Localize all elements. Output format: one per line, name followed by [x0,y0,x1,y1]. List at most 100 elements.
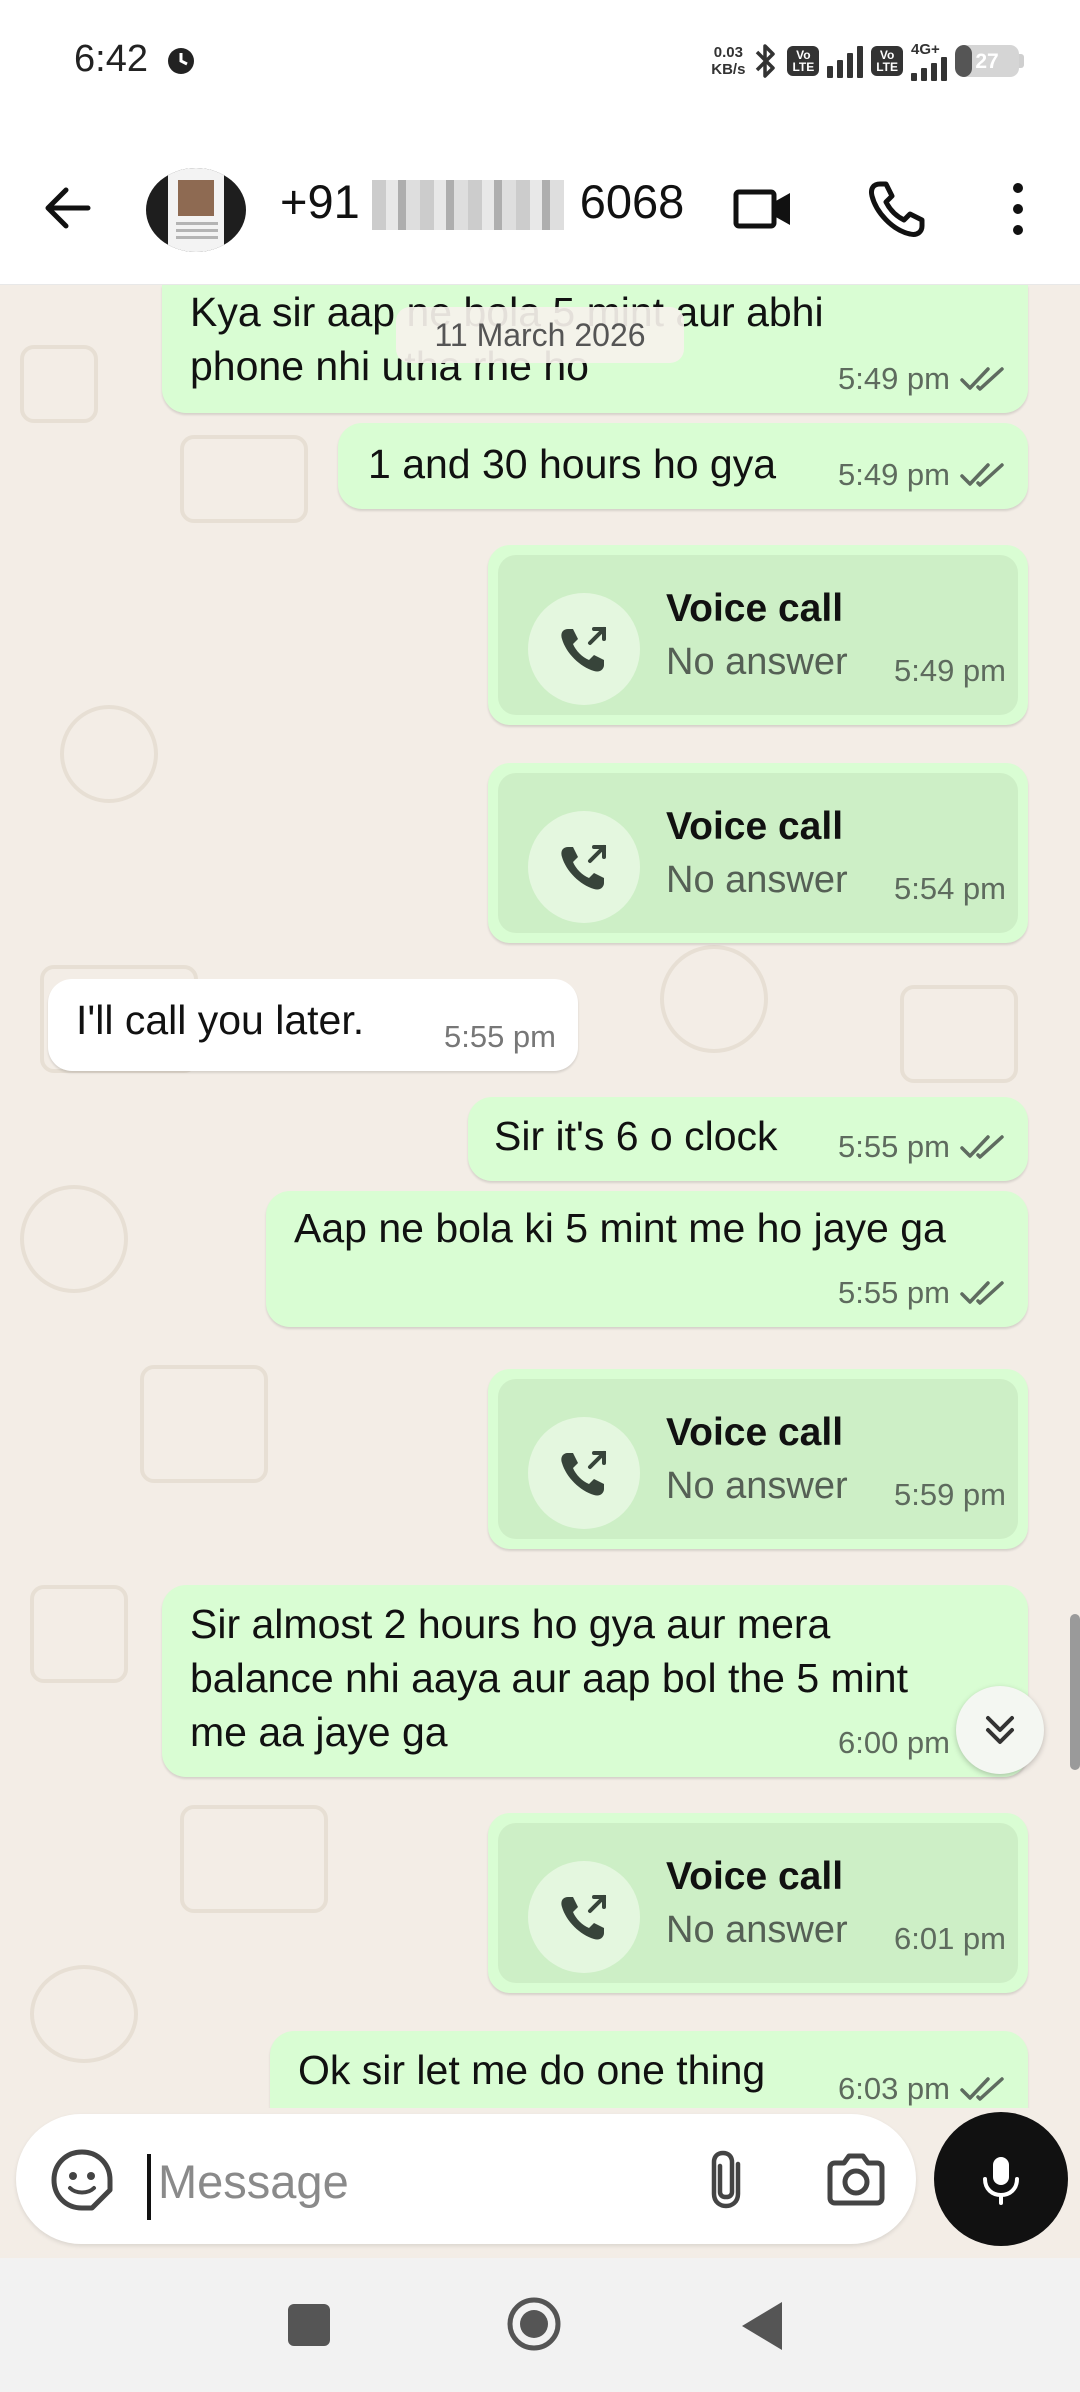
call-message[interactable]: Voice call No answer 6:01 pm [488,1813,1028,1993]
more-vertical-icon[interactable] [1000,176,1036,242]
call-title: Voice call [666,1411,844,1454]
call-title: Voice call [666,1855,844,1898]
status-icons: 0.03 KB/s Vo LTE Vo LTE 4G+ 27 [711,36,1024,86]
recent-apps-button[interactable] [288,2304,330,2346]
outgoing-message[interactable]: Sir almost 2 hours ho gya aur mera balan… [162,1585,1028,1777]
read-ticks-icon [960,1135,1004,1159]
net-speed: 0.03 KB/s [711,44,745,78]
status-time: 6:42 [74,38,148,80]
battery-icon: 27 [955,45,1019,77]
message-text: I'll call you later. [76,997,365,1043]
message-time: 5:54 pm [893,871,1006,906]
wallpaper-doodle [20,1185,128,1293]
message-meta: 6:03 pm [838,2071,1006,2107]
message-text: 1 and 30 hours ho gya [368,441,777,487]
outgoing-message[interactable]: Ok sir let me do one thing 6:03 pm [270,2031,1028,2108]
paperclip-icon[interactable] [692,2144,764,2216]
avatar[interactable] [146,168,246,252]
message-text: Ok sir let me do one thing [298,2047,766,2093]
wallpaper-doodle [20,345,98,423]
message-line: me aa jaye ga [190,1709,448,1755]
outgoing-call-icon [528,1861,640,1973]
message-time: 5:49 pm [893,653,1006,688]
message-input-pill[interactable] [16,2114,916,2244]
outgoing-message[interactable]: Aap ne bola ki 5 mint me ho jaye ga 5:55… [266,1191,1028,1327]
redacted-number [372,180,564,230]
call-message[interactable]: Voice call No answer 5:54 pm [488,763,1028,943]
call-status: No answer [666,859,848,901]
message-input[interactable] [156,2144,680,2218]
message-time: 6:01 pm [893,1921,1006,1956]
read-ticks-icon [960,463,1004,487]
message-time: 6:00 pm [837,1725,950,1760]
outgoing-call-icon [528,811,640,923]
message-text: Sir it's 6 o clock [494,1113,778,1159]
voice-record-button[interactable] [934,2112,1068,2246]
wallpaper-doodle [660,945,768,1053]
home-button[interactable] [506,2296,562,2352]
scroll-to-bottom-button[interactable] [956,1686,1044,1774]
call-message[interactable]: Voice call No answer 5:59 pm [488,1369,1028,1549]
outgoing-call-icon [528,593,640,705]
wallpaper-doodle [180,1805,328,1913]
message-line: Sir almost 2 hours ho gya aur mera [190,1601,831,1647]
wallpaper-doodle [30,1965,138,2063]
battery-level: 27 [975,50,999,73]
contact-prefix: +91 [280,175,360,228]
call-status: No answer [666,1909,848,1951]
message-line: balance nhi aaya aur aap bol the 5 mint [190,1655,909,1701]
sticker-icon[interactable] [46,2144,118,2216]
text-cursor [147,2154,151,2220]
read-ticks-icon [960,1281,1004,1305]
arrow-left-icon[interactable] [38,178,98,238]
message-time: 5:55 pm [837,1129,950,1164]
incoming-message[interactable]: I'll call you later. 5:55 pm [48,979,578,1071]
avatar-text-lines [176,222,218,225]
composer-bar [0,2108,1080,2258]
message-time: 5:49 pm [837,361,950,396]
video-camera-icon[interactable] [730,176,796,242]
message-time: 5:59 pm [893,1477,1006,1512]
phone-icon[interactable] [864,176,930,242]
status-bar: 6:42 0.03 KB/s Vo LTE Vo LTE 4G+ 27 [0,0,1080,130]
outgoing-call-icon [528,1417,640,1529]
sim2-signal-icon [911,56,947,81]
sim1-signal-icon [827,44,864,78]
chat-header: +91 6068 [0,130,1080,285]
call-title: Voice call [666,587,844,630]
message-text: Aap ne bola ki 5 mint me ho jaye ga [294,1205,946,1251]
camera-icon[interactable] [820,2144,892,2216]
message-meta: 5:55 pm [838,1129,1006,1165]
avatar-photo [178,180,214,216]
outgoing-message[interactable]: 1 and 30 hours ho gya 5:49 pm [338,423,1028,509]
message-meta: 5:55 pm [838,1275,1006,1311]
message-meta: 5:49 pm [838,361,1006,397]
contact-suffix: 6068 [579,175,685,228]
microphone-icon [983,2157,1019,2205]
message-time: 5:55 pm [443,1019,556,1054]
call-status: No answer [666,1465,848,1507]
call-title: Voice call [666,805,844,848]
wallpaper-doodle [140,1365,268,1483]
outgoing-message[interactable]: Sir it's 6 o clock 5:55 pm [468,1097,1028,1181]
back-triangle-button[interactable] [738,2298,786,2354]
network-type: 4G+ [911,40,940,58]
message-text: Sir almost 2 hours ho gya aur mera balan… [190,1597,908,1759]
sim2-network: 4G+ [911,42,947,81]
read-ticks-icon [960,2077,1004,2101]
system-navigation-bar [0,2258,1080,2392]
wallpaper-doodle [60,705,158,803]
net-speed-value: 0.03 [713,44,743,61]
call-message[interactable]: Voice call No answer 5:49 pm [488,545,1028,725]
net-speed-unit: KB/s [711,61,746,78]
wallpaper-doodle [30,1585,128,1683]
date-chip: 11 March 2026 [396,307,684,363]
message-meta: 5:49 pm [838,457,1006,493]
scrollbar-thumb[interactable] [1070,1614,1080,1770]
message-time: 5:49 pm [837,457,950,492]
battery-tip [1019,54,1024,68]
call-card: Voice call No answer [498,1379,1018,1539]
chat-area[interactable]: 11 March 2026 Kya sir aap ne bola 5 mint… [0,285,1080,2108]
bluetooth-icon [756,44,776,78]
message-meta: 5:55 pm [444,1019,556,1055]
